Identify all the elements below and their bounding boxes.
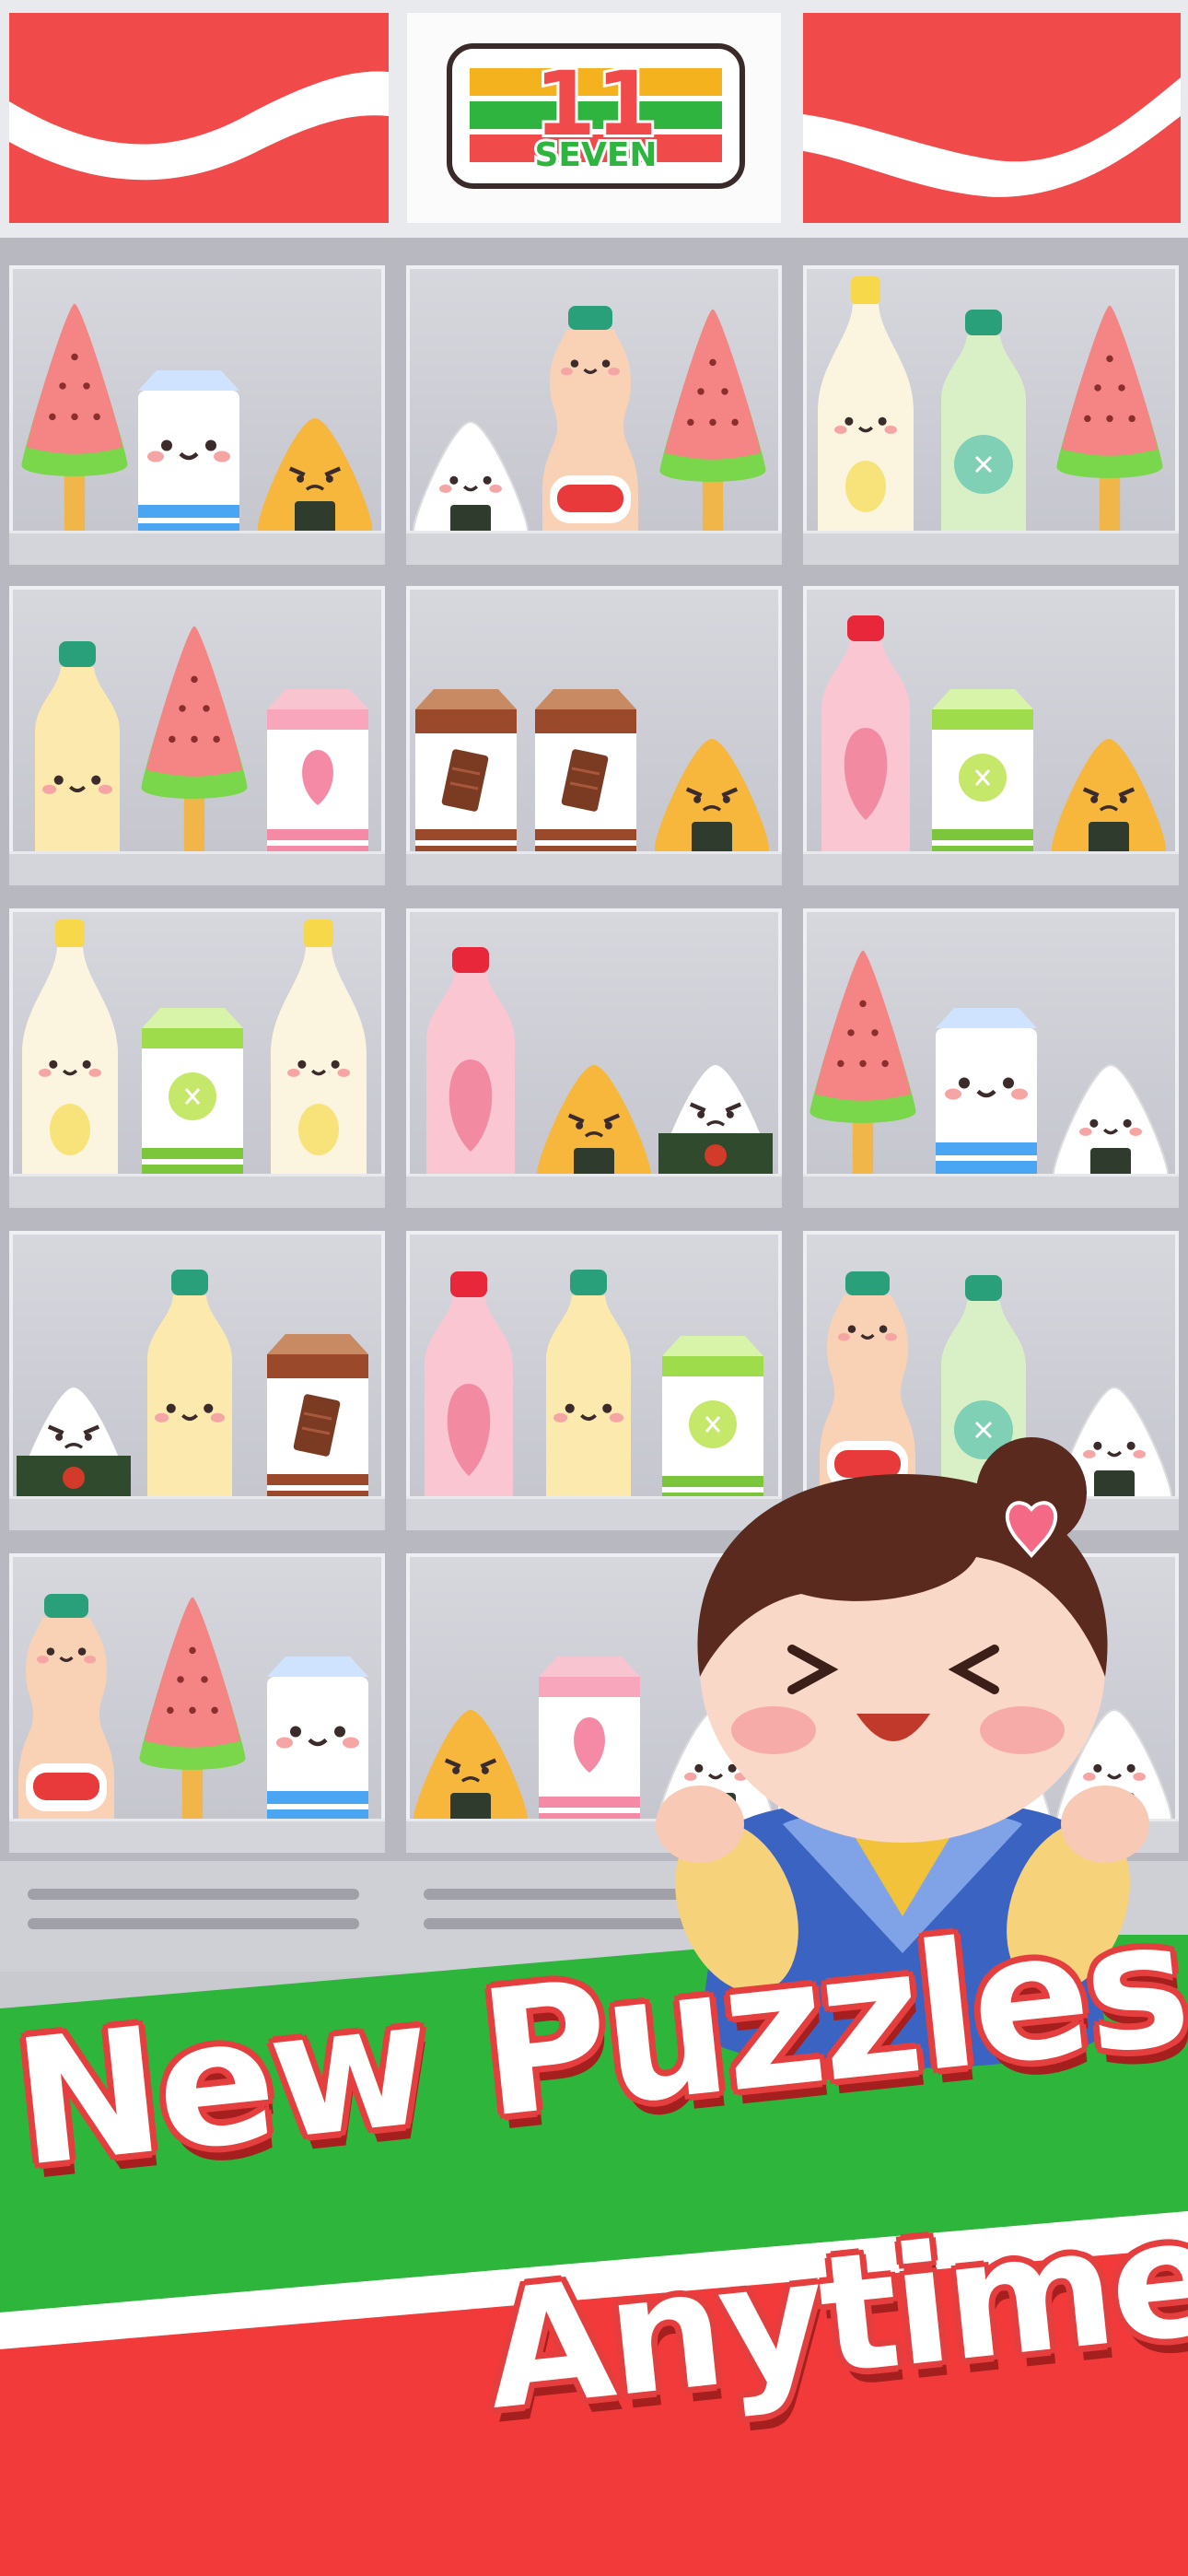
shelf-slot[interactable] [803, 265, 1179, 565]
shelf-slot[interactable] [803, 908, 1179, 1208]
vent-slat [28, 1918, 359, 1929]
banana-milk-bottle-icon[interactable] [533, 1259, 644, 1530]
mayo-bottle-icon[interactable] [263, 916, 374, 1192]
watermelon-popsicle-icon[interactable] [15, 287, 134, 555]
shelf-ledge [803, 531, 1179, 565]
shelf-ledge [9, 1174, 385, 1208]
banana-milk-bottle-icon[interactable] [22, 630, 133, 885]
sign-wave-panel-right [803, 13, 1181, 223]
watermelon-popsicle-icon[interactable] [803, 934, 923, 1201]
milk-carton-blue-icon[interactable] [258, 1653, 378, 1837]
mayo-bottle-icon[interactable] [15, 916, 125, 1192]
chocolate-carton-icon[interactable] [258, 1330, 378, 1515]
shelf-slot[interactable] [406, 908, 782, 1208]
shelf-ledge [803, 851, 1179, 885]
milk-carton-blue-icon[interactable] [926, 1004, 1046, 1188]
vent-slat [28, 1889, 359, 1900]
watermelon-popsicle-icon[interactable] [653, 293, 773, 560]
melon-milk-bottle-icon[interactable] [928, 299, 1039, 565]
shelf-slot[interactable] [9, 265, 385, 565]
yakult-bottle-icon[interactable] [11, 1587, 122, 1853]
shelf-ledge [9, 851, 385, 885]
strawberry-milk-bottle-icon[interactable] [810, 608, 921, 884]
melon-carton-icon[interactable] [923, 685, 1042, 870]
shelf-ledge [9, 1819, 385, 1853]
milk-carton-blue-icon[interactable] [129, 367, 249, 551]
shelf-ledge [406, 531, 782, 565]
yakult-bottle-icon[interactable] [535, 299, 646, 565]
strawberry-carton-icon[interactable] [530, 1653, 649, 1837]
watermelon-popsicle-icon[interactable] [133, 1581, 252, 1848]
logo-word: SEVEN [534, 136, 657, 174]
watermelon-popsicle-icon[interactable] [134, 610, 254, 877]
store-sign: 11 SEVEN [0, 0, 1188, 238]
sign-wave-panel-left [9, 13, 389, 223]
shelf-ledge [9, 531, 385, 565]
shelf-ledge [406, 851, 782, 885]
shelf-slot[interactable] [9, 1553, 385, 1853]
shelf-slot[interactable] [9, 1231, 385, 1530]
strawberry-milk-bottle-icon[interactable] [415, 940, 526, 1208]
strawberry-carton-icon[interactable] [258, 685, 378, 870]
melon-carton-icon[interactable] [133, 1004, 252, 1188]
logo-icon: 11 SEVEN [447, 43, 745, 189]
shelf-slot[interactable] [9, 908, 385, 1208]
mayo-bottle-icon[interactable] [810, 273, 921, 549]
shelf-ledge [406, 1174, 782, 1208]
seven-eleven-logo: 11 SEVEN [407, 13, 781, 223]
shelf-slot[interactable] [406, 586, 782, 885]
watermelon-popsicle-icon[interactable] [1050, 289, 1170, 556]
shelf-ledge [9, 1496, 385, 1530]
strawberry-milk-bottle-icon[interactable] [413, 1264, 524, 1530]
shelf-slot[interactable] [406, 265, 782, 565]
shelf-slot[interactable] [9, 586, 385, 885]
banana-milk-bottle-icon[interactable] [134, 1259, 245, 1530]
chocolate-carton-icon[interactable] [526, 685, 646, 870]
shelf-slot[interactable] [803, 586, 1179, 885]
shelf-ledge [803, 1174, 1179, 1208]
chocolate-carton-icon[interactable] [406, 685, 526, 870]
